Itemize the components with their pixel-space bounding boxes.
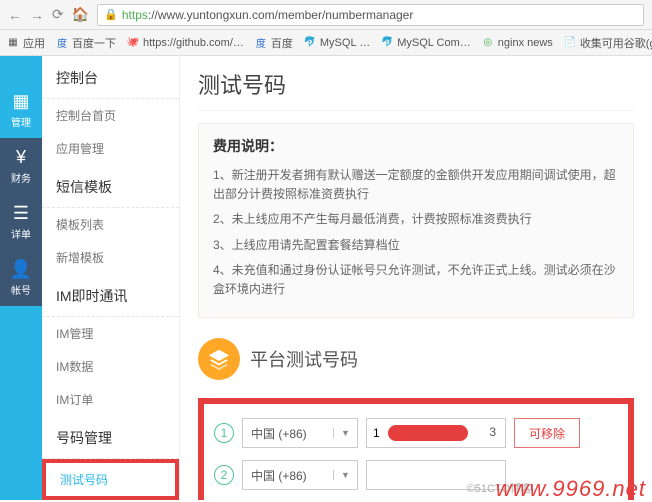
stack-icon [198, 338, 240, 380]
sidebar-group-console: 控制台 [42, 56, 179, 99]
bookmark-apps[interactable]: ▦应用 [6, 35, 45, 51]
sidebar-item-im-data[interactable]: IM数据 [42, 350, 179, 383]
country-label: 中国 (+86) [243, 467, 333, 484]
sidebar-group-im: IM即时通讯 [42, 274, 179, 317]
sidebar-group-sms: 短信模板 [42, 165, 179, 208]
chevron-down-icon[interactable]: ▼ [333, 428, 357, 438]
url-protocol: https [122, 8, 148, 22]
bookmark-mysql2[interactable]: 🐬MySQL Com… [380, 36, 471, 50]
github-icon: 🐙 [126, 36, 140, 50]
row-number-badge: 2 [214, 465, 234, 485]
bookmark-mysql1[interactable]: 🐬MySQL … [303, 36, 370, 50]
sidebar: 控制台 控制台首页 应用管理 短信模板 模板列表 新增模板 IM即时通讯 IM管… [42, 56, 180, 500]
forward-button[interactable]: → [30, 7, 44, 23]
list-icon: ☰ [13, 203, 29, 224]
rail-manage[interactable]: ▦ 管理 [0, 82, 42, 138]
redaction-bar [388, 425, 468, 441]
sidebar-item-template-list[interactable]: 模板列表 [42, 208, 179, 241]
section-title: 平台测试号码 [250, 346, 358, 372]
section-header: 平台测试号码 [198, 338, 634, 380]
sidebar-item-im-order[interactable]: IM订单 [42, 383, 179, 416]
main-content: 测试号码 费用说明： 1、新注册开发者拥有默认赠送一定额度的金额供开发应用期间调… [180, 56, 652, 500]
rail-finance[interactable]: ¥ 财务 [0, 138, 42, 194]
mysql-icon: 🐬 [303, 36, 317, 50]
grid-icon: ▦ [12, 91, 29, 112]
page-title: 测试号码 [198, 68, 634, 111]
country-select[interactable]: 中国 (+86) ▼ [242, 460, 358, 490]
nginx-icon: ◎ [481, 36, 495, 50]
sidebar-item-app-manage[interactable]: 应用管理 [42, 132, 179, 165]
fee-title: 费用说明： [213, 136, 619, 156]
apps-icon: ▦ [6, 36, 20, 50]
rail-account[interactable]: 👤 帐号 [0, 250, 42, 306]
lock-icon: 🔒 [104, 8, 118, 21]
page-icon: 📄 [563, 36, 577, 50]
fee-item: 2、未上线应用不产生每月最低消费，计费按照标准资费执行 [213, 210, 619, 229]
reload-button[interactable]: ⟳ [52, 6, 64, 23]
country-select[interactable]: 中国 (+86) ▼ [242, 418, 358, 448]
rail-detail[interactable]: ☰ 详单 [0, 194, 42, 250]
remove-button[interactable]: 可移除 [514, 418, 580, 448]
browser-toolbar: ← → ⟳ 🏠 🔒 https ://www.yuntongxun.com/me… [0, 0, 652, 30]
bookmark-google[interactable]: 📄收集可用谷歌(google… [563, 35, 652, 51]
sidebar-item-test-number[interactable]: 测试号码 [42, 459, 179, 500]
baidu-icon: 度 [55, 36, 69, 50]
bookmarks-bar: ▦应用 度百度一下 🐙https://github.com/… 度百度 🐬MyS… [0, 30, 652, 56]
fee-item: 1、新注册开发者拥有默认赠送一定额度的金额供开发应用期间调试使用，超出部分计费按… [213, 166, 619, 204]
fee-item: 4、未充值和通过身份认证帐号只允许测试，不允许正式上线。测试必须在沙盒环境内进行 [213, 261, 619, 299]
user-icon: 👤 [10, 259, 32, 280]
bookmark-github[interactable]: 🐙https://github.com/… [126, 36, 244, 50]
sidebar-item-console-home[interactable]: 控制台首页 [42, 99, 179, 132]
phone-suffix: 3 [489, 425, 496, 439]
mysql-icon: 🐬 [380, 36, 394, 50]
fee-item: 3、上线应用请先配置套餐结算档位 [213, 236, 619, 255]
sidebar-item-new-template[interactable]: 新增模板 [42, 241, 179, 274]
back-button[interactable]: ← [8, 7, 22, 23]
number-row-1: 1 中国 (+86) ▼ 3 可移除 [214, 418, 618, 448]
bookmark-nginx[interactable]: ◎nginx news [481, 36, 553, 50]
country-label: 中国 (+86) [243, 425, 333, 442]
left-rail: ▦ 管理 ¥ 财务 ☰ 详单 👤 帐号 [0, 56, 42, 500]
bookmark-baidu[interactable]: 度百度一下 [55, 35, 116, 51]
fee-explanation: 费用说明： 1、新注册开发者拥有默认赠送一定额度的金额供开发应用期间调试使用，超… [198, 123, 634, 318]
url-bar[interactable]: 🔒 https ://www.yuntongxun.com/member/num… [97, 4, 644, 26]
url-rest: ://www.yuntongxun.com/member/numbermanag… [148, 8, 413, 22]
watermark: www.9969.net [496, 476, 646, 502]
sidebar-group-numbers: 号码管理 [42, 416, 179, 459]
row-number-badge: 1 [214, 423, 234, 443]
baidu-icon: 度 [254, 36, 268, 50]
home-button[interactable]: 🏠 [72, 6, 89, 23]
sidebar-item-im-manage[interactable]: IM管理 [42, 317, 179, 350]
yuan-icon: ¥ [16, 147, 26, 168]
chevron-down-icon[interactable]: ▼ [333, 470, 357, 480]
bookmark-baidu2[interactable]: 度百度 [254, 35, 293, 51]
